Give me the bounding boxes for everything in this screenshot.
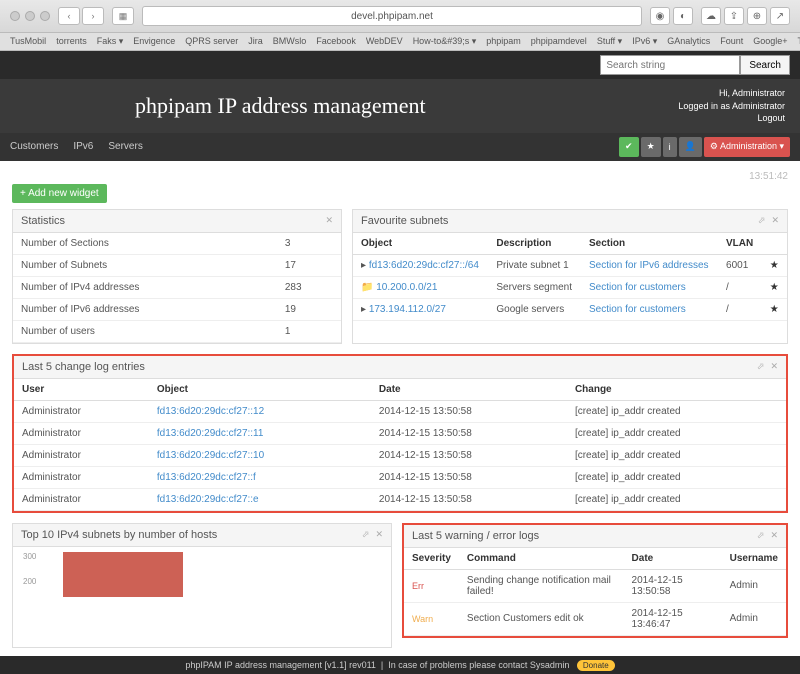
close-icon[interactable]: ✕ [375, 529, 383, 540]
table-row: Administratorfd13:6d20:29dc:cf27::112014… [14, 422, 786, 444]
star-icon[interactable]: ★ [762, 276, 787, 298]
nav-servers[interactable]: Servers [108, 141, 142, 152]
table-row: Administratorfd13:6d20:29dc:cf27::102014… [14, 444, 786, 466]
traffic-lights [10, 11, 50, 21]
table-row: ▸ 173.194.112.0/27Google serversSection … [353, 298, 787, 320]
url-bar[interactable]: devel.phpipam.net [142, 6, 642, 26]
bar-chart: 300200 [13, 547, 391, 607]
close-icon[interactable]: ✕ [771, 215, 779, 226]
check-icon[interactable]: ✔ [619, 137, 639, 157]
user-info: Hi, Administrator Logged in as Administr… [678, 87, 785, 125]
table-row: WarnSection Customers edit ok2014-12-15 … [404, 602, 786, 635]
search-input[interactable] [600, 55, 740, 75]
changelog-table: UserObjectDateChange Administratorfd13:6… [14, 379, 786, 511]
popout-icon[interactable]: ⬀ [362, 529, 370, 540]
table-row: ▸ fd13:6d20:29dc:cf27::/64Private subnet… [353, 254, 787, 276]
popout-icon[interactable]: ⬀ [758, 215, 766, 226]
logout-link[interactable]: Logout [757, 113, 785, 123]
errorlog-widget: Last 5 warning / error logs⬀✕ SeverityCo… [402, 523, 788, 638]
popout-icon[interactable]: ⬀ [757, 530, 765, 541]
search-button[interactable]: Search [740, 55, 790, 75]
table-row: Administratorfd13:6d20:29dc:cf27::122014… [14, 400, 786, 422]
nav-buttons[interactable]: ‹› [58, 7, 104, 25]
content: 13:51:42 + Add new widget Statistics✕ Nu… [0, 161, 800, 656]
footer: phpIPAM IP address management [v1.1] rev… [0, 656, 800, 674]
errorlog-table: SeverityCommandDateUsername ErrSending c… [404, 548, 786, 636]
bookmarks-bar[interactable]: TusMobiltorrentsFaks ▾EnvigenceQPRS serv… [0, 33, 800, 51]
favourites-table: ObjectDescriptionSectionVLAN ▸ fd13:6d20… [353, 233, 787, 321]
browser-chrome: ‹› ▦ devel.phpipam.net ◉◐ ☁⇪⊕↗ [0, 0, 800, 33]
page-title: phpipam IP address management [135, 93, 426, 119]
table-row: Administratorfd13:6d20:29dc:cf27::f2014-… [14, 466, 786, 488]
close-icon[interactable]: ✕ [770, 361, 778, 372]
add-widget-button[interactable]: + Add new widget [12, 184, 107, 203]
favourites-widget: Favourite subnets⬀✕ ObjectDescriptionSec… [352, 209, 788, 344]
table-row: 📁 10.200.0.0/21Servers segmentSection fo… [353, 276, 787, 298]
nav-customers[interactable]: Customers [10, 141, 58, 152]
app-header: phpipam IP address management Hi, Admini… [0, 79, 800, 133]
clock: 13:51:42 [12, 169, 788, 184]
star-icon[interactable]: ★ [762, 254, 787, 276]
toolbar-icons-2[interactable]: ☁⇪⊕↗ [701, 7, 790, 25]
close-icon[interactable]: ✕ [770, 530, 778, 541]
top-search-bar: Search [0, 51, 800, 79]
statistics-widget: Statistics✕ Number of Sections3 Number o… [12, 209, 342, 344]
changelog-widget: Last 5 change log entries⬀✕ UserObjectDa… [12, 354, 788, 513]
toolbar-icons[interactable]: ◉◐ [650, 7, 693, 25]
info-icon[interactable]: i [663, 137, 677, 157]
table-row: Administratorfd13:6d20:29dc:cf27::e2014-… [14, 488, 786, 510]
main-nav: Customers IPv6 Servers ✔ ★ i 👤 ⚙ Adminis… [0, 133, 800, 161]
donate-button[interactable]: Donate [577, 660, 615, 671]
star-icon[interactable]: ★ [641, 137, 661, 157]
star-icon[interactable]: ★ [762, 298, 787, 320]
nav-ipv6[interactable]: IPv6 [73, 141, 93, 152]
admin-menu[interactable]: ⚙ Administration ▾ [704, 137, 790, 157]
statistics-table: Number of Sections3 Number of Subnets17 … [13, 233, 341, 343]
panel-button[interactable]: ▦ [112, 7, 134, 25]
close-icon[interactable]: ✕ [325, 215, 333, 226]
table-row: ErrSending change notification mail fail… [404, 569, 786, 602]
popout-icon[interactable]: ⬀ [757, 361, 765, 372]
user-icon[interactable]: 👤 [679, 137, 702, 157]
top10-widget: Top 10 IPv4 subnets by number of hosts⬀✕… [12, 523, 392, 648]
